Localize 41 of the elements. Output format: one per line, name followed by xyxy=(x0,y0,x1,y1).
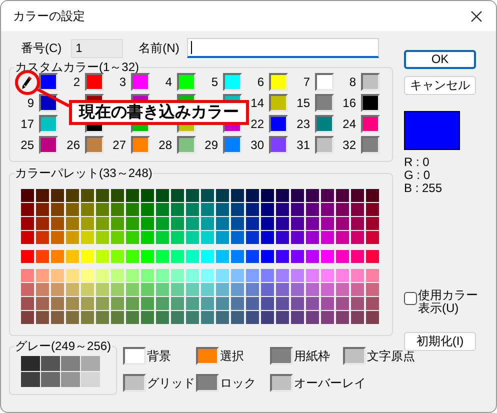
color-number: 27 xyxy=(112,137,126,154)
color-number: 2 xyxy=(73,74,80,91)
color-number: 9 xyxy=(27,95,34,112)
color-number: 6 xyxy=(257,74,264,91)
color-number: 7 xyxy=(303,74,310,91)
color-label: 選択 xyxy=(220,348,244,365)
color-number: 30 xyxy=(250,137,264,154)
group-title: グレー(249～256) xyxy=(14,339,112,353)
name-label: 名前(N) xyxy=(138,40,180,57)
color-number: 5 xyxy=(211,74,218,91)
rgb-value: B : 255 xyxy=(404,182,444,195)
number-field: 1 xyxy=(70,38,123,58)
color-number: 29 xyxy=(204,137,218,154)
checkbox-label: 使用カラー表示(U) xyxy=(418,289,478,315)
color-label: オーバーレイ xyxy=(294,375,366,392)
color-number: 4 xyxy=(165,74,172,91)
color-label: 背景 xyxy=(147,348,171,365)
color-number: 25 xyxy=(20,137,34,154)
number-label: 番号(C) xyxy=(21,40,62,57)
rgb-value: R : 0 xyxy=(404,156,430,169)
color-number: 14 xyxy=(250,95,264,112)
window-title: カラーの設定 xyxy=(13,8,85,25)
color-number: 22 xyxy=(250,116,264,133)
color-label: グリッド xyxy=(147,375,195,392)
color-number: 16 xyxy=(342,95,356,112)
color-label: 用紙枠 xyxy=(294,348,330,365)
color-number: 32 xyxy=(342,137,356,154)
color-label: 文字原点 xyxy=(367,348,415,365)
color-number: 17 xyxy=(20,116,34,133)
color-number: 31 xyxy=(296,137,310,154)
annotation-tooltip: 現在の書き込みカラー xyxy=(69,100,249,125)
color-number: 8 xyxy=(349,74,356,91)
color-number: 24 xyxy=(342,116,356,133)
rgb-value: G : 0 xyxy=(404,169,432,182)
color-number: 15 xyxy=(296,95,310,112)
group-title: カラーパレット(33～248) xyxy=(14,166,154,180)
color-label: ロック xyxy=(220,375,256,392)
color-number: 26 xyxy=(66,137,80,154)
color-number: 28 xyxy=(158,137,172,154)
color-number: 3 xyxy=(119,74,126,91)
color-number: 23 xyxy=(296,116,310,133)
